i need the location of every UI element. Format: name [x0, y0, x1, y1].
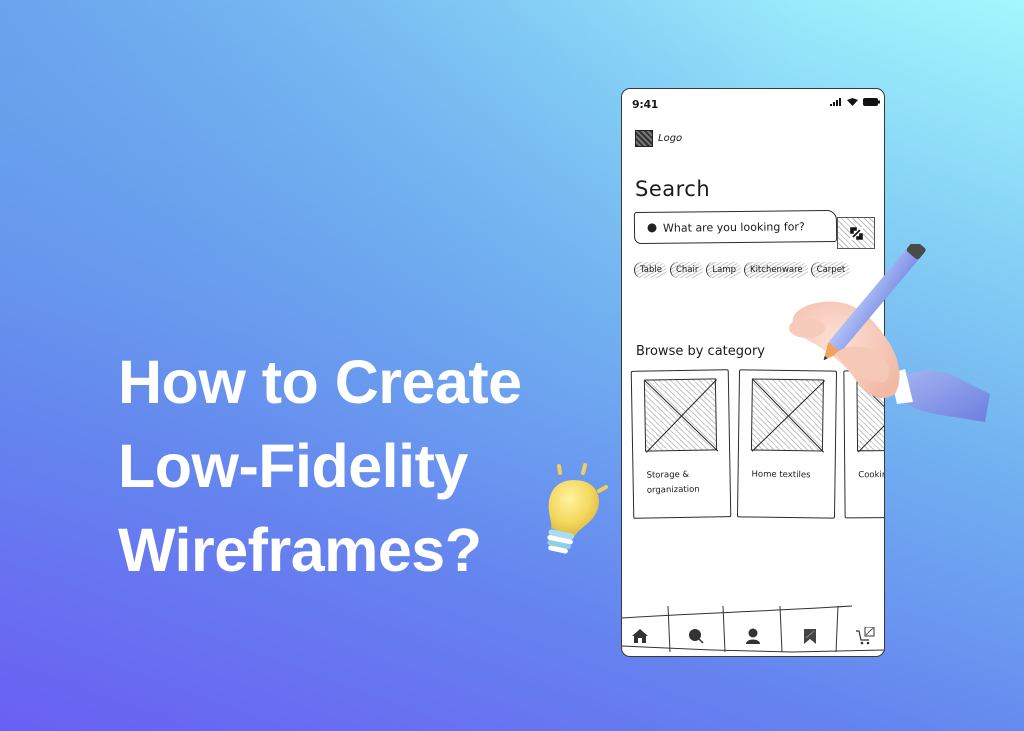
category-card[interactable]: Storage & organization	[630, 369, 732, 519]
search-input[interactable]	[662, 219, 824, 235]
cart-icon	[856, 627, 875, 645]
status-time: 9:41	[632, 98, 659, 111]
headline-line-1: How to Create	[118, 348, 522, 416]
search-field[interactable]	[633, 209, 838, 245]
tab-search[interactable]	[678, 624, 714, 648]
chip-table[interactable]: Table	[634, 262, 667, 278]
status-icons	[830, 98, 880, 106]
browse-title: Browse by category	[636, 344, 765, 359]
lightbulb-icon	[547, 463, 608, 554]
category-label: Storage & organization	[646, 469, 700, 496]
chip-chair[interactable]: Chair	[669, 262, 704, 278]
signal-icon	[830, 98, 841, 106]
chip-lamp[interactable]: Lamp	[706, 262, 741, 278]
wifi-icon	[847, 98, 858, 106]
bookmark-icon	[804, 628, 816, 644]
headline: How to Create Low-Fidelity Wireframes?	[118, 340, 522, 592]
profile-icon	[746, 628, 760, 644]
search-icon	[647, 223, 657, 233]
bottom-tab-bar	[622, 602, 884, 656]
category-label: Cooking utensils	[858, 470, 885, 481]
image-placeholder	[643, 378, 719, 453]
battery-icon	[863, 98, 880, 106]
headline-line-3: Wireframes?	[118, 516, 482, 584]
search-title: Search	[635, 177, 711, 201]
logo-icon	[635, 130, 653, 147]
scan-icon	[849, 226, 863, 240]
tab-home[interactable]	[622, 624, 658, 648]
headline-line-2: Low-Fidelity	[118, 432, 468, 500]
tab-bookmark[interactable]	[792, 624, 828, 648]
category-label: Home textiles	[751, 469, 811, 481]
home-icon	[632, 629, 648, 643]
search-icon	[689, 629, 704, 644]
hand-holding-pencil-icon	[789, 244, 990, 422]
logo[interactable]: Logo	[635, 130, 682, 147]
tab-cart[interactable]	[848, 624, 884, 648]
logo-label: Logo	[658, 133, 683, 144]
tab-profile[interactable]	[735, 624, 771, 648]
